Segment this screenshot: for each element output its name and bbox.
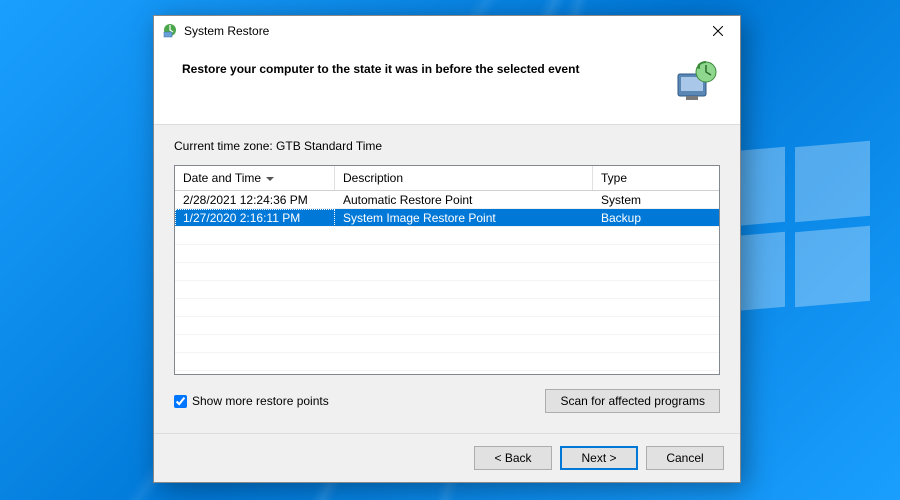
column-label: Type <box>601 171 627 185</box>
column-header-date-time[interactable]: Date and Time <box>175 166 335 190</box>
cell-description: System Image Restore Point <box>335 209 593 226</box>
titlebar: System Restore <box>154 16 740 46</box>
show-more-checkbox-input[interactable] <box>174 395 187 408</box>
wizard-footer: < Back Next > Cancel <box>154 433 740 482</box>
empty-row <box>175 245 719 263</box>
restore-points-table: Date and Time Description Type 2/28/2021… <box>174 165 720 375</box>
column-label: Description <box>343 171 403 185</box>
close-button[interactable] <box>696 16 740 46</box>
empty-row <box>175 335 719 353</box>
empty-row <box>175 317 719 335</box>
app-icon <box>162 22 178 41</box>
window-title: System Restore <box>184 24 269 38</box>
column-label: Date and Time <box>183 171 261 185</box>
cell-type: System <box>593 191 719 208</box>
table-body: 2/28/2021 12:24:36 PMAutomatic Restore P… <box>175 191 719 371</box>
cell-description: Automatic Restore Point <box>335 191 593 208</box>
empty-row <box>175 299 719 317</box>
timezone-label: Current time zone: GTB Standard Time <box>174 139 720 153</box>
empty-row <box>175 227 719 245</box>
show-more-label: Show more restore points <box>192 394 329 408</box>
back-button[interactable]: < Back <box>474 446 552 470</box>
empty-row <box>175 353 719 371</box>
next-button[interactable]: Next > <box>560 446 638 470</box>
close-icon <box>713 26 723 36</box>
system-restore-dialog: System Restore Restore your computer to … <box>153 15 741 483</box>
scan-affected-button[interactable]: Scan for affected programs <box>545 389 720 413</box>
cell-date-time: 1/27/2020 2:16:11 PM <box>175 209 335 227</box>
restore-icon <box>672 60 720 102</box>
wizard-header: Restore your computer to the state it wa… <box>154 46 740 125</box>
column-header-type[interactable]: Type <box>593 166 719 190</box>
column-header-description[interactable]: Description <box>335 166 593 190</box>
show-more-checkbox[interactable]: Show more restore points <box>174 394 329 408</box>
table-header: Date and Time Description Type <box>175 166 719 191</box>
wizard-body: Current time zone: GTB Standard Time Dat… <box>154 125 740 433</box>
page-heading: Restore your computer to the state it wa… <box>182 60 662 76</box>
sort-caret-icon <box>266 177 274 181</box>
cell-date-time: 2/28/2021 12:24:36 PM <box>175 191 335 208</box>
empty-row <box>175 263 719 281</box>
table-row[interactable]: 1/27/2020 2:16:11 PMSystem Image Restore… <box>175 209 719 227</box>
cell-type: Backup <box>593 209 719 226</box>
empty-row <box>175 281 719 299</box>
cancel-button[interactable]: Cancel <box>646 446 724 470</box>
below-grid-row: Show more restore points Scan for affect… <box>174 389 720 413</box>
table-row[interactable]: 2/28/2021 12:24:36 PMAutomatic Restore P… <box>175 191 719 209</box>
